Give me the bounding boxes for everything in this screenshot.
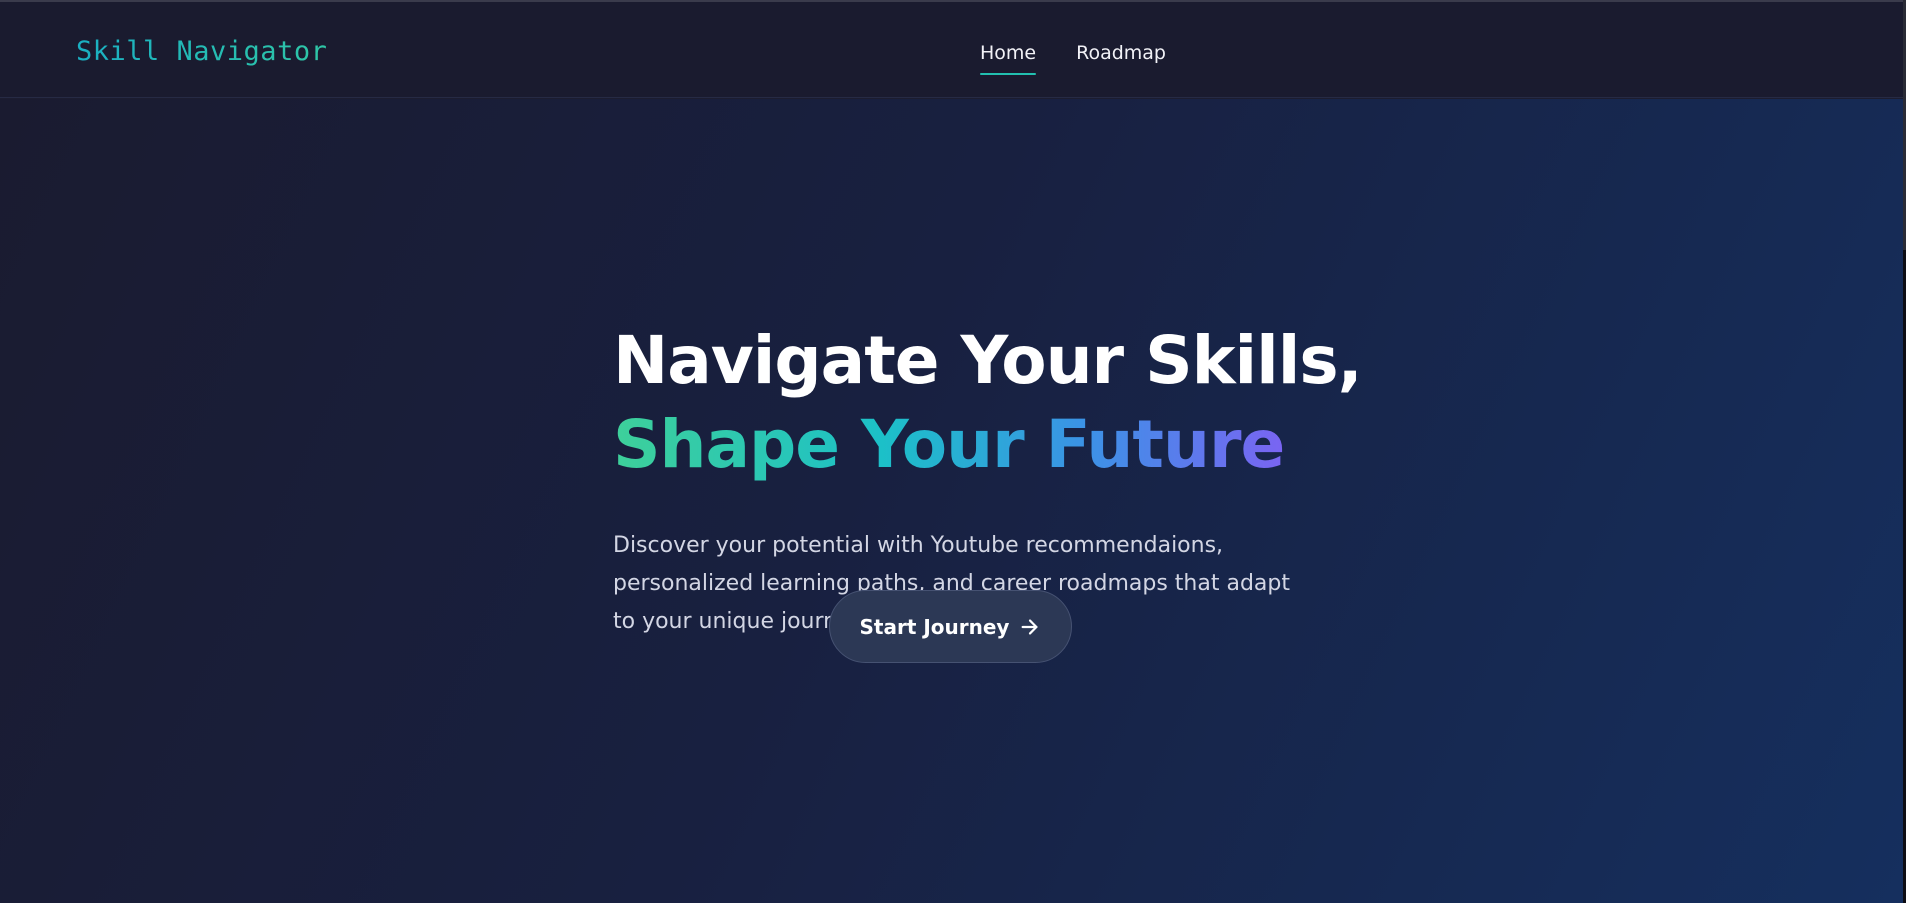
arrow-right-icon: [1019, 616, 1041, 638]
page: Skill Navigator Home Roadmap Navigate Yo…: [0, 0, 1903, 903]
nav-link-home[interactable]: Home: [980, 40, 1037, 75]
navbar: Skill Navigator Home Roadmap: [0, 2, 1903, 98]
start-journey-label: Start Journey: [859, 614, 1010, 639]
nav-links: Home Roadmap: [980, 40, 1166, 75]
hero-headline-gradient: Shape Your Future: [613, 403, 1285, 487]
hero-section: Navigate Your Skills, Shape Your Future …: [0, 99, 1903, 903]
start-journey-button[interactable]: Start Journey: [829, 590, 1072, 663]
browser-viewport: Skill Navigator Home Roadmap Navigate Yo…: [0, 0, 1906, 903]
cta-wrapper: Start Journey: [829, 590, 1072, 663]
brand-logo[interactable]: Skill Navigator: [76, 35, 327, 69]
hero-headline: Navigate Your Skills,: [613, 322, 1363, 399]
nav-link-roadmap[interactable]: Roadmap: [1076, 40, 1166, 66]
